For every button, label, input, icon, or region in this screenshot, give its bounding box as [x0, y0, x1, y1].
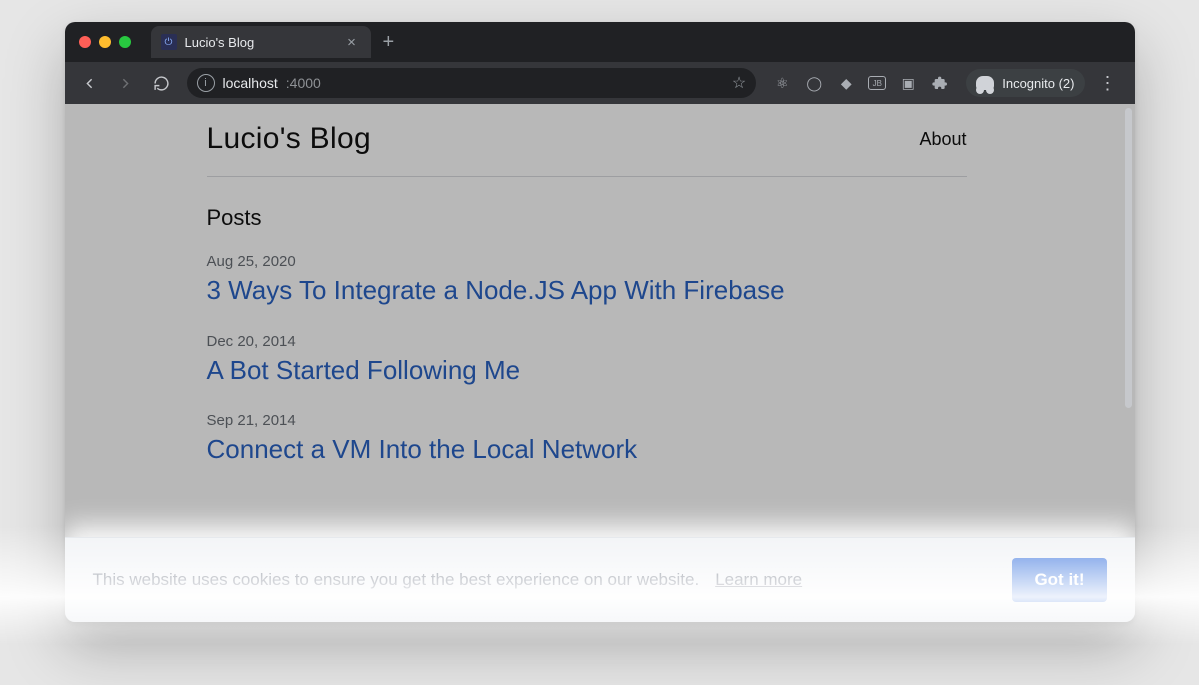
browser-tab[interactable]: ⏻ Lucio's Blog ×	[151, 26, 371, 58]
post-title-link[interactable]: A Bot Started Following Me	[207, 354, 521, 387]
cookie-banner: This website uses cookies to ensure you …	[65, 537, 1135, 622]
url-host: localhost	[223, 75, 278, 91]
site-nav: About	[919, 129, 966, 150]
cookie-text: This website uses cookies to ensure you …	[93, 570, 700, 590]
incognito-icon	[976, 76, 994, 90]
window-minimize-button[interactable]	[99, 36, 111, 48]
post-date: Sep 21, 2014	[207, 412, 967, 429]
nav-about-link[interactable]: About	[919, 129, 966, 149]
content: Posts Aug 25, 2020 3 Ways To Integrate a…	[207, 205, 967, 466]
cookie-learn-more-link[interactable]: Learn more	[715, 570, 802, 590]
incognito-indicator[interactable]: Incognito (2)	[966, 69, 1084, 97]
tab-favicon: ⏻	[161, 34, 177, 50]
post-item: Aug 25, 2020 3 Ways To Integrate a Node.…	[207, 253, 967, 307]
extension-icon-2[interactable]: ◯	[804, 73, 824, 93]
extension-icon-5[interactable]: ▣	[898, 73, 918, 93]
extension-icon-4[interactable]: JB	[868, 76, 886, 90]
new-tab-button[interactable]: +	[371, 32, 407, 52]
post-item: Dec 20, 2014 A Bot Started Following Me	[207, 333, 967, 387]
browser-window: ⏻ Lucio's Blog × + i localhost :4000 ☆ ⚛ …	[65, 22, 1135, 622]
cookie-accept-button[interactable]: Got it!	[1012, 558, 1106, 602]
post-date: Dec 20, 2014	[207, 333, 967, 350]
bookmark-star-icon[interactable]: ☆	[732, 73, 746, 93]
window-zoom-button[interactable]	[119, 36, 131, 48]
browser-menu-button[interactable]: ⋮	[1091, 73, 1125, 94]
forward-button[interactable]	[111, 68, 141, 98]
extension-icons: ⚛ ◯ ◆ JB ▣	[766, 73, 956, 93]
url-port: :4000	[286, 75, 321, 91]
tab-close-icon[interactable]: ×	[343, 35, 361, 50]
post-date: Aug 25, 2020	[207, 253, 967, 270]
site-info-icon[interactable]: i	[197, 74, 215, 92]
incognito-label: Incognito (2)	[1002, 76, 1074, 91]
window-controls	[73, 36, 141, 48]
posts-heading: Posts	[207, 205, 967, 231]
page-viewport: Lucio's Blog About Posts Aug 25, 2020 3 …	[65, 104, 1135, 622]
react-devtools-icon[interactable]: ⚛	[772, 73, 792, 93]
site-header: Lucio's Blog About	[207, 104, 967, 177]
post-title-link[interactable]: Connect a VM Into the Local Network	[207, 433, 638, 466]
window-close-button[interactable]	[79, 36, 91, 48]
back-button[interactable]	[75, 68, 105, 98]
tab-bar: ⏻ Lucio's Blog × +	[65, 22, 1135, 62]
post-title-link[interactable]: 3 Ways To Integrate a Node.JS App With F…	[207, 274, 785, 307]
browser-toolbar: i localhost :4000 ☆ ⚛ ◯ ◆ JB ▣ Incognito …	[65, 62, 1135, 104]
reload-button[interactable]	[147, 68, 177, 98]
site-title[interactable]: Lucio's Blog	[207, 122, 371, 156]
tab-title: Lucio's Blog	[185, 35, 335, 50]
extension-icon-3[interactable]: ◆	[836, 73, 856, 93]
post-item: Sep 21, 2014 Connect a VM Into the Local…	[207, 412, 967, 466]
extensions-puzzle-icon[interactable]	[930, 73, 950, 93]
address-bar[interactable]: i localhost :4000 ☆	[187, 68, 757, 98]
scrollbar-thumb[interactable]	[1125, 108, 1132, 408]
